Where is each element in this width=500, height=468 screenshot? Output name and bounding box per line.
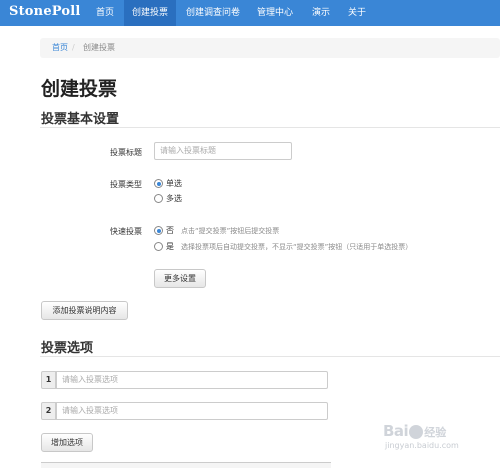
section-divider <box>40 127 500 128</box>
option-input-2[interactable]: 请输入投票选项 <box>56 402 328 420</box>
nav-item-demo[interactable]: 演示 <box>306 0 336 26</box>
quick-vote-no-label[interactable]: 否 <box>166 225 174 236</box>
nav-item-create-poll[interactable]: 创建投票 <box>124 0 176 26</box>
more-settings-button[interactable]: 更多设置 <box>154 269 206 288</box>
brand-logo[interactable]: StonePoll <box>9 4 81 19</box>
quick-vote-yes-hint: 选择投票项后自动提交投票，不显示“提交投票”按钮（只适用于单选投票） <box>181 243 413 251</box>
add-option-button[interactable]: 增加选项 <box>41 433 93 452</box>
breadcrumb-home-link[interactable]: 首页 <box>52 38 68 58</box>
breadcrumb-separator: / <box>72 43 75 52</box>
options-section-title: 投票选项 <box>41 341 94 356</box>
vote-title-label: 投票标题 <box>110 148 142 157</box>
nav-item-admin-center[interactable]: 管理中心 <box>250 0 300 26</box>
add-description-button[interactable]: 添加投票说明内容 <box>41 301 128 320</box>
paw-icon <box>409 424 424 439</box>
quick-vote-no-radio[interactable] <box>154 226 163 235</box>
nav-item-create-survey[interactable]: 创建调查问卷 <box>179 0 247 26</box>
quick-vote-yes-label[interactable]: 是 <box>166 241 174 252</box>
breadcrumb-current: 创建投票 <box>83 43 115 52</box>
watermark-logo-text: Bai <box>383 422 409 440</box>
watermark-url: jingyan.baidu.com <box>385 441 459 450</box>
vote-type-multiple-radio[interactable] <box>154 194 163 203</box>
nav-item-about[interactable]: 关于 <box>342 0 372 26</box>
quick-vote-yes-radio[interactable] <box>154 242 163 251</box>
truncated-row <box>41 462 331 468</box>
option-input-1[interactable]: 请输入投票选项 <box>56 371 328 389</box>
vote-type-multiple-label[interactable]: 多选 <box>166 193 182 204</box>
baidu-watermark: Bai 经验 jingyan.baidu.com <box>383 421 459 450</box>
page-title: 创建投票 <box>41 78 118 100</box>
option-number-badge: 1 <box>41 371 56 389</box>
quick-vote-label: 快速投票 <box>110 227 142 236</box>
breadcrumb: 首页 / 创建投票 <box>40 38 500 58</box>
vote-type-single-label[interactable]: 单选 <box>166 178 182 189</box>
watermark-logo-suffix: 经验 <box>424 426 447 439</box>
option-number-badge: 2 <box>41 402 56 420</box>
options-divider <box>40 356 500 357</box>
vote-type-label: 投票类型 <box>110 180 142 189</box>
quick-vote-no-hint: 点击“提交投票”按钮后提交投票 <box>181 227 280 235</box>
nav-item-home[interactable]: 首页 <box>88 0 122 26</box>
navbar: StonePoll 首页 创建投票 创建调查问卷 管理中心 演示 关于 <box>0 0 500 26</box>
vote-type-single-radio[interactable] <box>154 179 163 188</box>
basic-settings-title: 投票基本设置 <box>41 112 120 127</box>
vote-title-input[interactable]: 请输入投票标题 <box>154 142 292 160</box>
